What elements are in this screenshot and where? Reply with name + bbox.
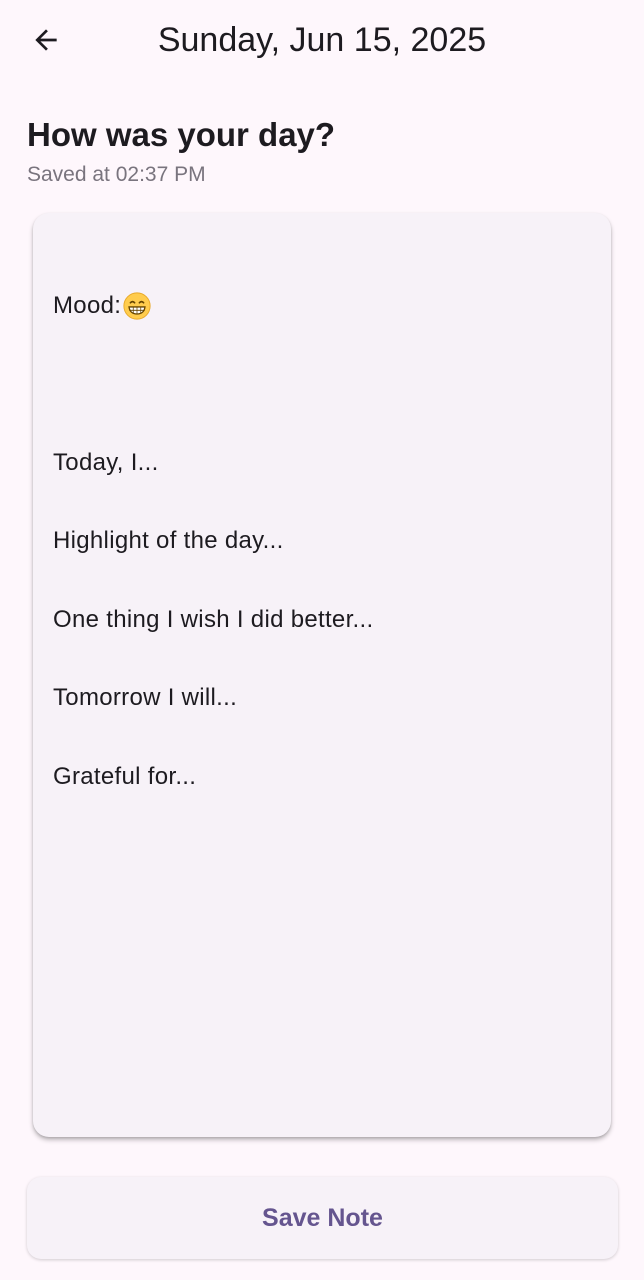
note-content[interactable]: Mood: Today, I... Highlight of the day..…: [53, 247, 591, 835]
page-title: Sunday, Jun 15, 2025: [157, 21, 487, 59]
note-line: One thing I wish I did better...: [53, 605, 374, 633]
mood-label: Mood:: [53, 292, 122, 320]
app-bar: Sunday, Jun 15, 2025: [0, 0, 644, 80]
note-line: Tomorrow I will...: [53, 684, 238, 712]
prompt-heading: How was your day?: [27, 116, 336, 153]
note-line: Highlight of the day...: [53, 527, 284, 555]
mood-line: Mood:: [53, 286, 591, 325]
saved-timestamp: Saved at 02:37 PM: [27, 163, 206, 186]
note-line: Grateful for...: [53, 762, 197, 790]
note-line: Today, I...: [53, 448, 159, 476]
grinning-face-icon: [123, 292, 151, 320]
note-editor[interactable]: Mood: Today, I... Highlight of the day..…: [33, 213, 611, 1137]
save-note-button[interactable]: Save Note: [27, 1177, 618, 1259]
